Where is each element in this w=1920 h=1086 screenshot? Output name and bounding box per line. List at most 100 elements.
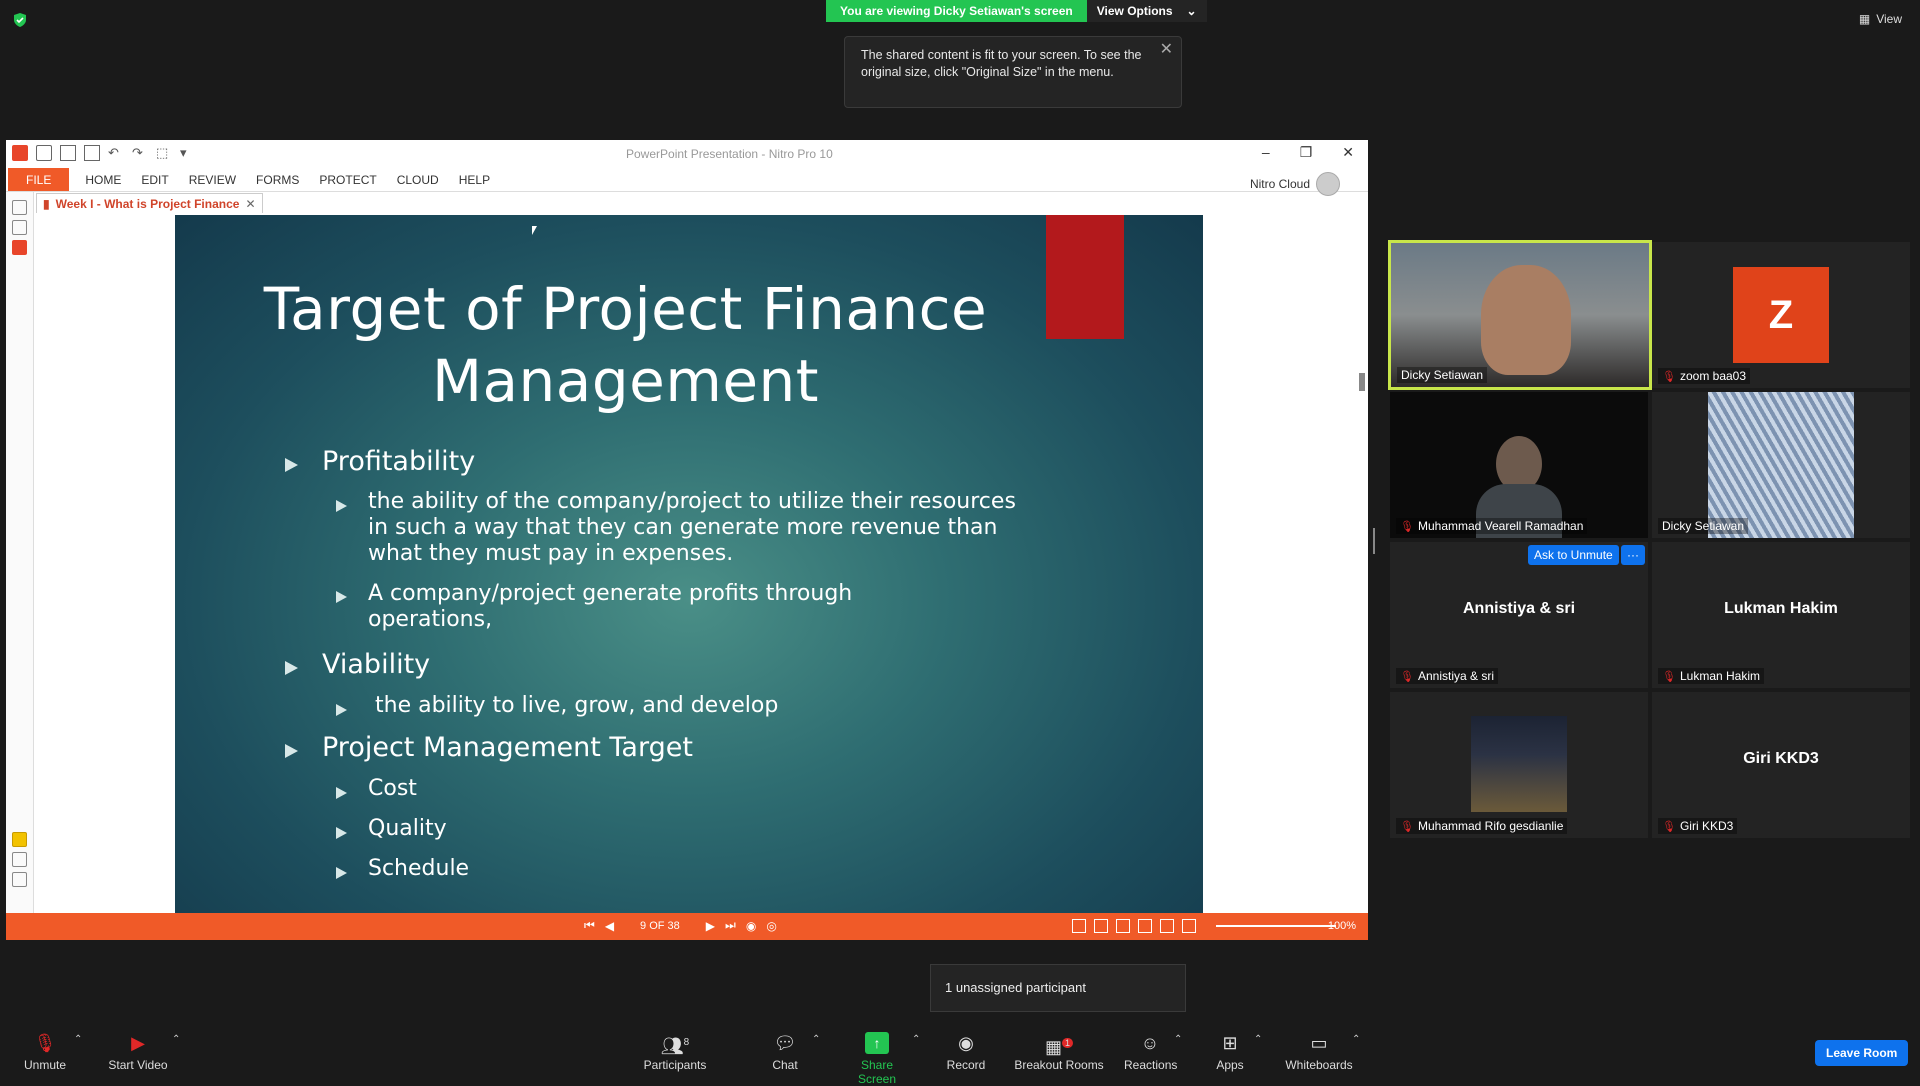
zoom-level[interactable]: 100% — [1328, 920, 1356, 932]
participant-name: 🎙︎ Muhammad Vearell Ramadhan — [1396, 518, 1588, 534]
muted-mic-icon: 🎙︎ — [33, 1033, 57, 1053]
bullet-schedule: Schedule — [368, 856, 470, 881]
bullet-viability: Viability — [322, 649, 431, 680]
restore-icon[interactable]: ❐ — [1300, 144, 1313, 161]
fit-page-icon[interactable] — [1182, 919, 1196, 933]
continuous-icon[interactable] — [1094, 919, 1108, 933]
next-page-icon[interactable]: ▶ — [706, 919, 715, 933]
prev-page-icon[interactable]: ◀ — [605, 919, 614, 933]
unmute-button[interactable]: 🎙︎ Unmute — [22, 1032, 68, 1072]
menu-forms[interactable]: FORMS — [246, 168, 309, 191]
participant-tile[interactable]: Lukman Hakim 🎙︎ Lukman Hakim — [1652, 542, 1910, 688]
fields-icon[interactable] — [12, 872, 27, 887]
print-icon[interactable] — [84, 145, 100, 161]
bookmark-icon[interactable] — [12, 240, 27, 255]
minimize-icon[interactable]: – — [1262, 144, 1270, 161]
bullet-icon — [336, 867, 347, 879]
menu-protect[interactable]: PROTECT — [309, 168, 386, 191]
avatar — [1316, 172, 1340, 196]
forward-view-icon[interactable]: ◎ — [766, 919, 776, 933]
nitro-cloud-account[interactable]: Nitro Cloud — [1250, 172, 1340, 196]
muted-mic-icon: 🎙︎ — [1400, 520, 1414, 533]
pages-icon[interactable] — [12, 200, 27, 215]
whiteboards-button[interactable]: ▭ Whiteboards — [1284, 1032, 1354, 1072]
menu-help[interactable]: HELP — [449, 168, 500, 191]
unassigned-participant-popup[interactable]: 1 unassigned participant — [930, 964, 1186, 1012]
breakout-badge: 1 — [1062, 1038, 1074, 1048]
chevron-up-icon[interactable]: ⌃ — [74, 1034, 82, 1045]
record-button[interactable]: ◉ Record — [946, 1032, 986, 1072]
undo-icon[interactable]: ↶ — [108, 145, 124, 161]
fit-screen-tooltip: The shared content is fit to your screen… — [844, 36, 1182, 108]
participant-name: 🎙︎ Lukman Hakim — [1658, 668, 1764, 684]
last-page-icon[interactable]: ⏭ — [725, 918, 736, 933]
menu-file[interactable]: FILE — [8, 168, 70, 191]
close-icon[interactable]: ✕ — [1160, 41, 1173, 58]
chevron-up-icon[interactable]: ⌃ — [812, 1034, 820, 1045]
breakout-rooms-button[interactable]: ▦ 1 Breakout Rooms — [1014, 1032, 1104, 1072]
back-view-icon[interactable]: ◉ — [746, 919, 756, 933]
participant-name: 🎙︎ zoom baa03 — [1658, 368, 1751, 384]
leave-room-button[interactable]: Leave Room — [1815, 1040, 1909, 1066]
document-tab[interactable]: ▮ Week I - What is Project Finance ✕ — [36, 193, 263, 213]
page-indicator[interactable]: 9 OF 38 — [640, 920, 680, 932]
menu-home[interactable]: HOME — [75, 168, 131, 191]
chevron-up-icon[interactable]: ⌃ — [172, 1034, 180, 1045]
single-page-icon[interactable] — [1072, 919, 1086, 933]
window-controls: – ❐ ✕ — [1262, 144, 1354, 161]
menu-edit[interactable]: EDIT — [131, 168, 178, 191]
menu-review[interactable]: REVIEW — [179, 168, 246, 191]
participant-tile[interactable]: Z 🎙︎ zoom baa03 — [1652, 242, 1910, 388]
open-icon[interactable] — [36, 145, 52, 161]
share-screen-button[interactable]: ↑ Share Screen — [842, 1032, 912, 1086]
chevron-up-icon[interactable]: ⌃ — [912, 1034, 920, 1045]
status-bar: ⏮ ◀ 9 OF 38 ▶ ⏭ ◉ ◎ 100% — [6, 913, 1368, 940]
chat-button[interactable]: 💬︎ Chat — [770, 1032, 800, 1072]
chevron-up-icon[interactable]: ⌃ — [1352, 1034, 1360, 1045]
participant-display-name: Lukman Hakim — [1724, 600, 1838, 617]
view-options-button[interactable]: View Options ⌄ — [1086, 0, 1207, 22]
video-off-icon: ▶ — [131, 1033, 145, 1053]
save-icon[interactable] — [60, 145, 76, 161]
slide-title: Target of Project Finance Management — [263, 275, 988, 415]
participant-tile[interactable]: 🎙︎ Muhammad Vearell Ramadhan — [1390, 392, 1648, 538]
panel-splitter[interactable] — [1373, 528, 1375, 554]
ask-to-unmute-button[interactable]: Ask to Unmute — [1528, 545, 1619, 565]
muted-mic-icon: 🎙︎ — [1662, 670, 1676, 683]
chevron-down-icon: ⌄ — [1186, 4, 1197, 18]
menu-cloud[interactable]: CLOUD — [387, 168, 449, 191]
nitro-logo-icon — [12, 145, 28, 161]
search-icon[interactable] — [12, 220, 27, 235]
customize-icon[interactable]: ▾ — [180, 145, 196, 161]
fit-width-icon[interactable] — [1160, 919, 1174, 933]
comment-icon[interactable] — [12, 832, 27, 847]
redo-icon[interactable]: ↷ — [132, 145, 148, 161]
reactions-button[interactable]: ☺ Reactions — [1124, 1032, 1177, 1072]
select-icon[interactable]: ⬚ — [156, 145, 172, 161]
chevron-up-icon[interactable]: ⌃ — [1174, 1034, 1182, 1045]
view-button[interactable]: ▦ View — [1859, 12, 1902, 26]
participants-button[interactable]: 👥︎8 Participants — [642, 1032, 708, 1072]
start-video-button[interactable]: ▶ Start Video — [108, 1032, 168, 1072]
page-navigation: ⏮ ◀ 9 OF 38 ▶ ⏭ ◉ ◎ — [584, 918, 777, 933]
participant-tile[interactable]: Dicky Setiawan — [1652, 392, 1910, 538]
participant-tile[interactable]: Dicky Setiawan — [1388, 240, 1652, 390]
grid-view-icon[interactable] — [1138, 919, 1152, 933]
first-page-icon[interactable]: ⏮ — [584, 918, 595, 933]
facing-icon[interactable] — [1116, 919, 1130, 933]
document-tab-label: Week I - What is Project Finance — [55, 196, 240, 211]
chat-icon: 💬︎ — [773, 1033, 797, 1053]
zoom-slider[interactable] — [1216, 925, 1336, 927]
close-tab-icon[interactable]: ✕ — [245, 197, 255, 211]
vertical-scrollbar[interactable] — [1356, 213, 1368, 926]
attachment-icon[interactable] — [12, 852, 27, 867]
chevron-up-icon[interactable]: ⌃ — [1254, 1034, 1262, 1045]
more-options-button[interactable]: ··· — [1621, 545, 1645, 565]
participant-tile[interactable]: 🎙︎ Muhammad Rifo gesdianlie — [1390, 692, 1648, 838]
close-window-icon[interactable]: ✕ — [1342, 144, 1354, 161]
participant-tile[interactable]: Giri KKD3 🎙︎ Giri KKD3 — [1652, 692, 1910, 838]
apps-button[interactable]: ⊞ Apps — [1215, 1032, 1245, 1072]
scroll-thumb[interactable] — [1359, 373, 1365, 391]
participant-name: 🎙︎ Giri KKD3 — [1658, 818, 1738, 834]
bullet-icon — [285, 661, 298, 675]
